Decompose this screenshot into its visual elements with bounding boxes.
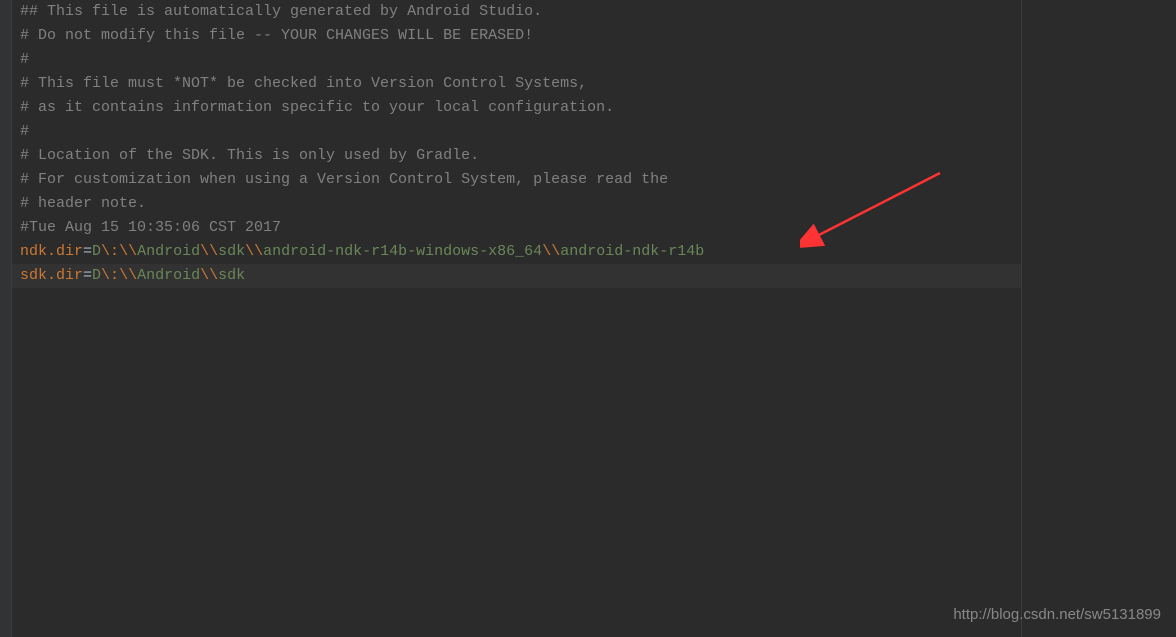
path-escape: \\: [542, 243, 560, 260]
code-line-sdk[interactable]: sdk.dir=D\:\\Android\\sdk: [20, 264, 1013, 288]
editor-container: ## This file is automatically generated …: [0, 0, 1176, 637]
code-line-ndk[interactable]: ndk.dir=D\:\\Android\\sdk\\android-ndk-r…: [20, 240, 1013, 264]
editor-right-margin: [1022, 0, 1176, 637]
path-segment: Android: [137, 243, 200, 260]
code-line[interactable]: # header note.: [20, 192, 1013, 216]
path-escape: \:: [101, 267, 119, 284]
path-segment: sdk: [218, 243, 245, 260]
code-editor[interactable]: ## This file is automatically generated …: [12, 0, 1022, 637]
path-escape: \\: [119, 243, 137, 260]
code-line[interactable]: #Tue Aug 15 10:35:06 CST 2017: [20, 216, 1013, 240]
equals-sign: =: [83, 267, 92, 284]
code-line[interactable]: # This file must *NOT* be checked into V…: [20, 72, 1013, 96]
code-line[interactable]: # Location of the SDK. This is only used…: [20, 144, 1013, 168]
path-segment: android-ndk-r14b-windows-x86_64: [263, 243, 542, 260]
code-line[interactable]: #: [20, 48, 1013, 72]
path-escape: \\: [245, 243, 263, 260]
path-segment: Android: [137, 267, 200, 284]
code-line[interactable]: ## This file is automatically generated …: [20, 0, 1013, 24]
code-line[interactable]: # Do not modify this file -- YOUR CHANGE…: [20, 24, 1013, 48]
code-line[interactable]: #: [20, 120, 1013, 144]
property-key: ndk.dir: [20, 243, 83, 260]
watermark-text: http://blog.csdn.net/sw5131899: [953, 603, 1161, 627]
path-segment: android-ndk-r14b: [560, 243, 704, 260]
path-escape: \\: [119, 267, 137, 284]
editor-gutter: [0, 0, 12, 637]
path-escape: \\: [200, 267, 218, 284]
path-escape: \:: [101, 243, 119, 260]
equals-sign: =: [83, 243, 92, 260]
code-content: ## This file is automatically generated …: [20, 0, 1013, 288]
path-drive: D: [92, 267, 101, 284]
path-drive: D: [92, 243, 101, 260]
path-escape: \\: [200, 243, 218, 260]
property-key: sdk.dir: [20, 267, 83, 284]
code-line[interactable]: # as it contains information specific to…: [20, 96, 1013, 120]
path-segment: sdk: [218, 267, 245, 284]
code-line[interactable]: # For customization when using a Version…: [20, 168, 1013, 192]
